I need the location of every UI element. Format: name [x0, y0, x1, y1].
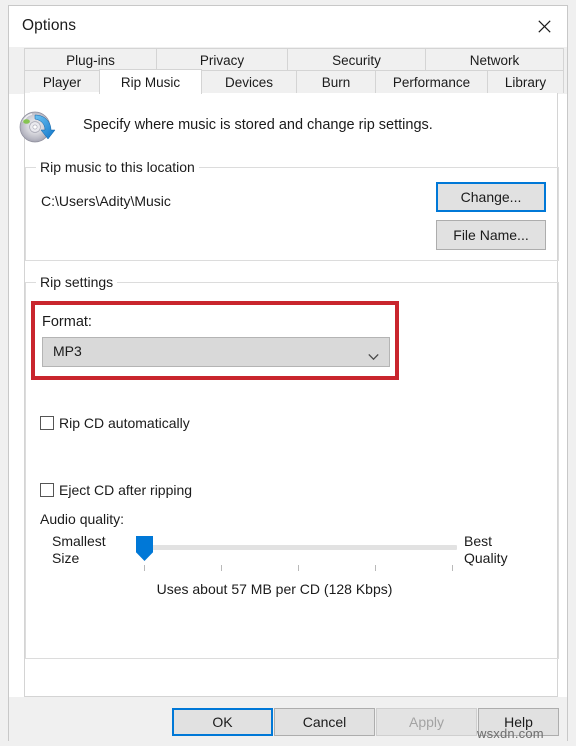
rip-music-panel: Specify where music is stored and change…: [19, 93, 559, 697]
dialog-window: Options Plug-ins Privacy Security Networ…: [0, 0, 576, 746]
audio-quality-slider[interactable]: [133, 533, 457, 579]
checkbox-box: [40, 416, 54, 430]
eject-cd-after-ripping-label: Eject CD after ripping: [59, 482, 193, 498]
slider-tick: [221, 565, 222, 571]
format-selected-value: MP3: [53, 343, 82, 359]
close-icon: [537, 20, 551, 33]
change-button-label: Change...: [460, 189, 522, 205]
rip-location-group: Rip music to this location C:\Users\Adit…: [25, 159, 559, 261]
format-dropdown[interactable]: MP3: [42, 337, 390, 367]
tab-label: Plug-ins: [66, 52, 115, 68]
rip-location-legend: Rip music to this location: [36, 159, 199, 175]
rip-settings-legend: Rip settings: [36, 274, 118, 290]
format-label: Format:: [42, 314, 92, 330]
slider-max-label-line1: Best: [464, 533, 493, 549]
tab-row-top: Plug-ins Privacy Security Network: [24, 48, 564, 71]
tab-privacy[interactable]: Privacy: [156, 48, 288, 71]
tab-strip: Plug-ins Privacy Security Network Player…: [9, 47, 567, 94]
tab-library[interactable]: Library: [487, 70, 564, 93]
apply-button: Apply: [376, 708, 477, 736]
eject-cd-after-ripping-checkbox[interactable]: Eject CD after ripping: [40, 482, 192, 498]
options-dialog-screenshot: Options Plug-ins Privacy Security Networ…: [0, 0, 576, 746]
rip-cd-automatically-checkbox[interactable]: Rip CD automatically: [40, 415, 190, 431]
close-button[interactable]: [521, 6, 567, 47]
slider-tick: [375, 565, 376, 571]
tab-rip-music[interactable]: Rip Music: [99, 69, 202, 94]
watermark: wsxdn.com: [477, 726, 544, 741]
tab-label: Library: [504, 74, 547, 90]
slider-min-label-line2: Size: [52, 550, 80, 566]
title-bar: Options: [9, 6, 567, 47]
slider-min-label: Smallest Size: [52, 533, 106, 567]
slider-tick: [452, 565, 453, 571]
apply-button-label: Apply: [408, 714, 445, 730]
tab-row-bottom: Player Rip Music Devices Burn Performanc…: [24, 69, 564, 94]
checkbox-box: [40, 483, 54, 497]
tab-label: Burn: [321, 74, 351, 90]
tab-label: Rip Music: [120, 74, 181, 90]
quality-note-wrapper: Uses about 57 MB per CD (128 Kbps): [25, 581, 559, 597]
tab-performance[interactable]: Performance: [375, 70, 488, 93]
chevron-down-icon: [368, 348, 379, 361]
quality-note: Uses about 57 MB per CD (128 Kbps): [156, 581, 393, 597]
slider-tick: [144, 565, 145, 571]
tab-label: Privacy: [199, 52, 245, 68]
change-button[interactable]: Change...: [436, 182, 546, 212]
tab-plug-ins[interactable]: Plug-ins: [24, 48, 157, 71]
tab-network[interactable]: Network: [425, 48, 564, 71]
tab-burn[interactable]: Burn: [296, 70, 376, 93]
slider-min-label-line1: Smallest: [52, 533, 106, 549]
file-name-button[interactable]: File Name...: [436, 220, 546, 250]
tab-label: Network: [469, 52, 520, 68]
slider-max-label-line2: Quality: [464, 550, 508, 566]
page-title: Options: [22, 17, 77, 34]
ok-button[interactable]: OK: [172, 708, 273, 736]
slider-track[interactable]: [145, 545, 457, 550]
tab-label: Player: [42, 74, 82, 90]
panel-description: Specify where music is stored and change…: [83, 117, 433, 133]
cd-rip-icon: [17, 107, 59, 149]
tab-label: Devices: [224, 74, 273, 90]
tab-devices[interactable]: Devices: [201, 70, 297, 93]
tab-label: Performance: [392, 74, 471, 90]
audio-quality-label: Audio quality:: [40, 511, 125, 527]
rip-cd-automatically-label: Rip CD automatically: [59, 415, 190, 431]
slider-max-label: Best Quality: [464, 533, 508, 567]
ok-button-label: OK: [212, 714, 233, 730]
file-name-button-label: File Name...: [453, 227, 529, 243]
tab-player[interactable]: Player: [24, 70, 100, 93]
rip-location-path: C:\Users\Adity\Music: [41, 193, 171, 209]
cancel-button-label: Cancel: [302, 714, 347, 730]
tab-label: Security: [332, 52, 381, 68]
slider-tick: [298, 565, 299, 571]
panel-header: Specify where music is stored and change…: [19, 105, 557, 153]
tab-security[interactable]: Security: [287, 48, 426, 71]
cancel-button[interactable]: Cancel: [274, 708, 375, 736]
slider-thumb[interactable]: [136, 536, 153, 561]
